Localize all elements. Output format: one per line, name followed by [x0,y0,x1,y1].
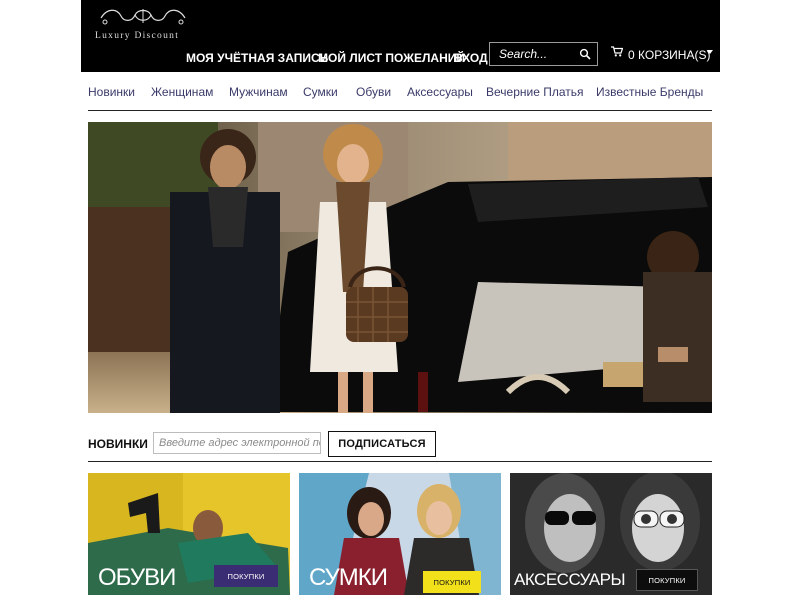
category-link[interactable]: Мужчинам [229,85,288,99]
email-field[interactable] [153,432,321,454]
cart-icon[interactable] [611,46,623,57]
category-link[interactable]: Обуви [356,85,391,99]
category-link[interactable]: Вечерние Платья [486,85,584,99]
category-link[interactable]: Известные Бренды [596,85,703,99]
nav-login-link[interactable]: ВХОД [454,51,488,65]
site-header: Luxury Discount МОЯ УЧЁТНАЯ ЗАПИСЬ МОЙ Л… [81,0,720,72]
promo-title: СУМКИ [309,564,388,591]
category-link[interactable]: Аксессуары [407,85,473,99]
logo-ornament-icon [100,9,186,25]
hero-image [88,122,712,413]
category-link[interactable]: Новинки [88,85,135,99]
chevron-down-icon[interactable] [707,50,713,54]
newsletter-label: НОВИНКИ [88,437,148,451]
category-link[interactable]: Сумки [303,85,338,99]
search-box [489,42,598,66]
category-link[interactable]: Женщинам [151,85,213,99]
nav-account-link[interactable]: МОЯ УЧЁТНАЯ ЗАПИСЬ [186,51,328,65]
promo-title: АКСЕССУАРЫ [514,570,626,589]
divider [88,461,712,462]
page: Luxury Discount МОЯ УЧЁТНАЯ ЗАПИСЬ МОЙ Л… [81,0,720,600]
promo-tile-accessories[interactable]: АКСЕССУАРЫ ПОКУПКИ [510,473,712,595]
divider [88,110,712,111]
nav-wishlist-link[interactable]: МОЙ ЛИСТ ПОЖЕЛАНИЙ [318,51,465,65]
logo[interactable]: Luxury Discount [93,6,193,44]
promo-tile-shoes[interactable]: ОБУВИ ПОКУПКИ [88,473,290,595]
hero-banner[interactable] [88,122,712,413]
shop-button[interactable]: ПОКУПКИ [214,565,278,587]
search-input[interactable] [490,43,578,65]
cart-link[interactable]: 0 КОРЗИНА(S) [628,48,710,62]
shop-button[interactable]: ПОКУПКИ [423,571,481,593]
subscribe-button[interactable]: ПОДПИСАТЬСЯ [328,431,436,457]
search-icon[interactable] [579,48,591,60]
promo-title: ОБУВИ [98,564,176,591]
shop-button[interactable]: ПОКУПКИ [636,569,698,591]
promo-tile-bags[interactable]: СУМКИ ПОКУПКИ [299,473,501,595]
logo-text: Luxury Discount [95,31,180,41]
